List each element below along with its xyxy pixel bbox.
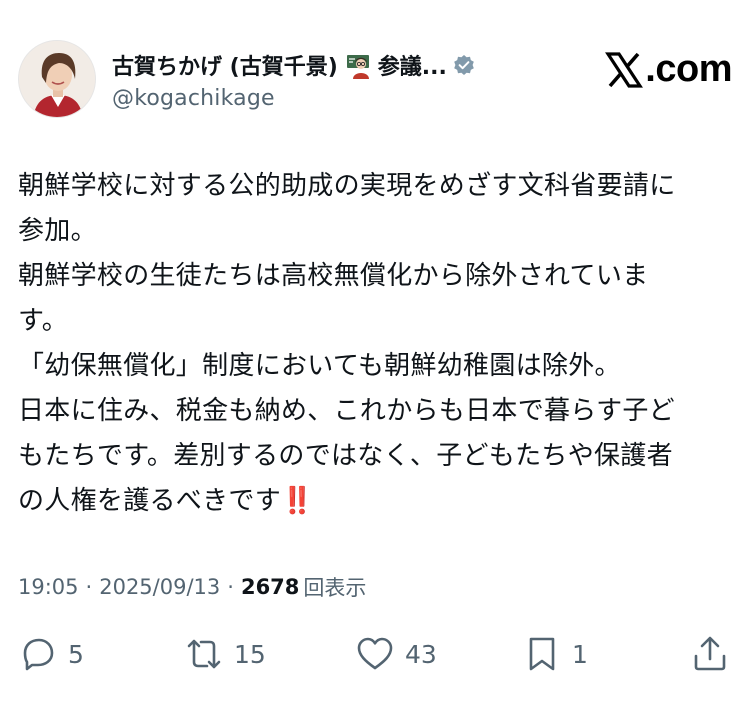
views-label: 回表示: [303, 576, 367, 600]
double-exclamation-emoji: ‼️: [281, 486, 313, 516]
avatar-image: [19, 41, 95, 117]
post-line: す。: [18, 306, 69, 336]
post-line: 「幼保無償化」制度においても朝鮮幼稚園は除外。: [18, 351, 621, 381]
post-header: 古賀ちかげ (古賀千景) 参議... @kogachikage .com: [18, 40, 732, 124]
post-last-line: の人権を護るべきです‼️: [18, 479, 730, 524]
share-icon: [694, 636, 726, 671]
reply-count: 5: [68, 639, 84, 669]
share-button[interactable]: [690, 628, 730, 680]
post-line: の人権を護るべきです: [18, 486, 282, 516]
post-line: 朝鮮学校の生徒たちは高校無償化から除外されていま: [18, 261, 649, 291]
post-line: 朝鮮学校に対する公的助成の実現をめざす文科省要請に: [18, 171, 676, 201]
like-button[interactable]: 43: [355, 628, 437, 680]
bookmark-button[interactable]: 1: [522, 628, 588, 680]
teacher-emoji-icon: [344, 51, 372, 79]
repost-icon: [187, 639, 221, 669]
post-date[interactable]: 2025/09/13: [99, 575, 220, 599]
author-display-name[interactable]: 古賀ちかげ (古賀千景): [112, 49, 338, 81]
post-body: 朝鮮学校に対する公的助成の実現をめざす文科省要請に 参加。 朝鮮学校の生徒たちは…: [18, 164, 730, 524]
post-line: 参加。: [18, 216, 97, 246]
reply-icon: [23, 638, 54, 671]
post-meta: 19:05 · 2025/09/13 · 2678 回表示: [18, 572, 366, 602]
post-actions: 5 15 43 1: [18, 628, 732, 680]
reply-button[interactable]: 5: [18, 628, 84, 680]
author-handle[interactable]: @kogachikage: [112, 86, 475, 111]
x-com-logo[interactable]: .com: [605, 48, 732, 91]
author-name-suffix[interactable]: 参議...: [378, 49, 447, 81]
repost-count: 15: [234, 639, 266, 669]
post-line: もたちです。差別するのではなく、子どもたちや保護者: [18, 441, 673, 471]
avatar[interactable]: [18, 40, 96, 118]
verified-badge-icon: [453, 54, 475, 76]
x-logo-icon: [605, 51, 644, 88]
bookmark-count: 1: [572, 639, 588, 669]
bookmark-icon: [529, 637, 555, 671]
views-count[interactable]: 2678: [241, 575, 299, 599]
meta-separator: ·: [85, 575, 93, 599]
like-count: 43: [405, 639, 437, 669]
heart-icon: [357, 637, 393, 670]
post-line: 日本に住み、税金も納め、これからも日本で暮らす子ど: [18, 396, 675, 426]
x-logo-domain-text: .com: [645, 48, 732, 90]
repost-button[interactable]: 15: [184, 628, 266, 680]
post-time[interactable]: 19:05: [18, 575, 79, 599]
meta-separator: ·: [227, 575, 234, 599]
